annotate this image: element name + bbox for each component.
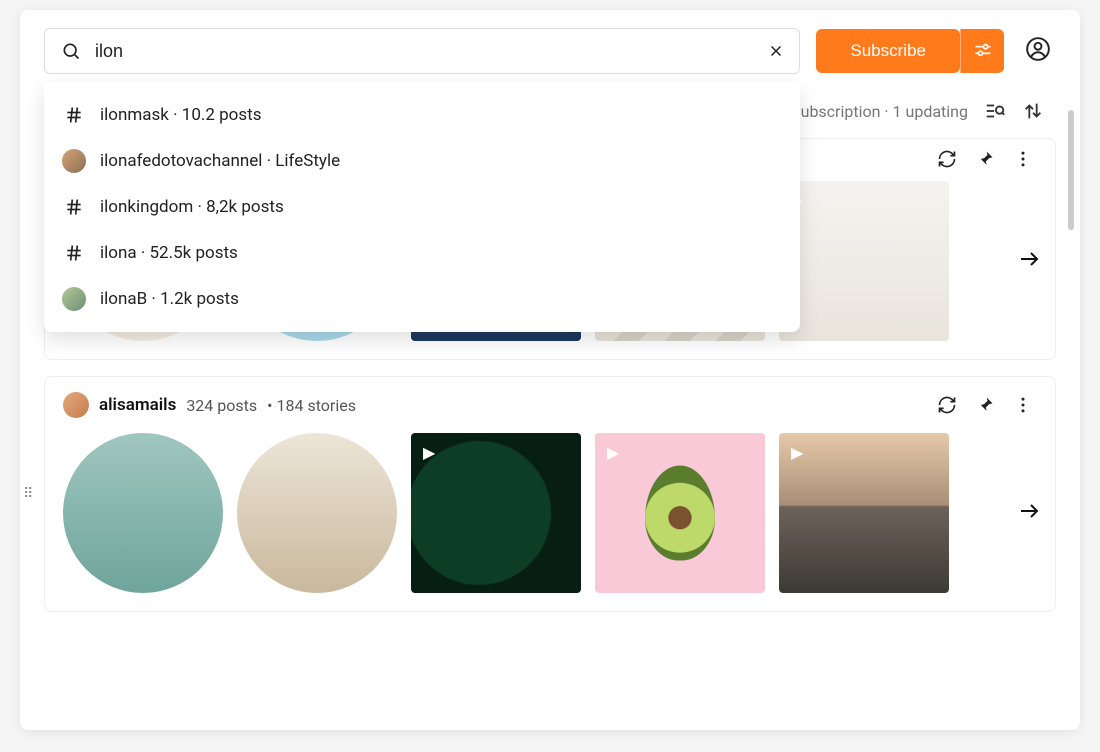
- post-thumbnail[interactable]: ▶: [411, 433, 581, 593]
- hashtag-icon: [62, 241, 86, 265]
- suggestion-text: ilona · 52.5k posts: [100, 243, 238, 263]
- suggestion-text: ilonmask · 10.2 posts: [100, 105, 261, 125]
- user-avatar-icon: [62, 287, 86, 311]
- clear-search-button[interactable]: [767, 42, 785, 60]
- story-thumbnail[interactable]: [237, 433, 397, 593]
- search-suggestions-dropdown: ilonmask · 10.2 posts ilonafedotovachann…: [44, 82, 800, 332]
- filter-button[interactable]: [960, 29, 1004, 73]
- profile-button[interactable]: [1020, 33, 1056, 69]
- pin-button[interactable]: [971, 145, 999, 173]
- stories-count: • 184 stories: [267, 396, 356, 415]
- play-icon: ▶: [791, 443, 803, 462]
- suggestion-text: ilonkingdom · 8,2k posts: [100, 197, 284, 217]
- scrollbar[interactable]: [1068, 110, 1074, 690]
- suggestion-text: ilonafedotovachannel · LifeStyle: [100, 151, 340, 171]
- story-thumbnail[interactable]: [63, 433, 223, 593]
- pin-button[interactable]: [971, 391, 999, 419]
- username[interactable]: alisamails: [99, 395, 176, 415]
- hashtag-icon: [62, 103, 86, 127]
- search-box[interactable]: [44, 28, 800, 74]
- refresh-button[interactable]: [933, 145, 961, 173]
- search-input[interactable]: [95, 41, 755, 62]
- more-button[interactable]: [1009, 391, 1037, 419]
- suggestion-text: ilonaB · 1.2k posts: [100, 289, 239, 309]
- user-avatar[interactable]: [63, 392, 89, 418]
- hashtag-icon: [62, 195, 86, 219]
- post-thumbnail[interactable]: ▶: [595, 433, 765, 593]
- drag-handle[interactable]: ⠿: [23, 486, 33, 502]
- suggestion-item[interactable]: ilonafedotovachannel · LifeStyle: [44, 138, 800, 184]
- sliders-icon: [973, 40, 993, 63]
- play-icon: ▶: [607, 443, 619, 462]
- suggestion-item[interactable]: ilonmask · 10.2 posts: [44, 92, 800, 138]
- feed-card: ⠿ alisamails 324 posts • 184 stories: [44, 376, 1056, 612]
- posts-count: 324 posts: [186, 396, 257, 415]
- post-thumbnail[interactable]: ▶: [779, 181, 949, 341]
- search-icon: [59, 39, 83, 63]
- user-avatar-icon: [62, 149, 86, 173]
- suggestion-item[interactable]: ilonkingdom · 8,2k posts: [44, 184, 800, 230]
- subscribe-button[interactable]: Subscribe: [816, 29, 960, 73]
- user-circle-icon: [1025, 36, 1051, 66]
- refresh-button[interactable]: [933, 391, 961, 419]
- sort-button[interactable]: [1022, 100, 1044, 122]
- suggestion-item[interactable]: ilonaB · 1.2k posts: [44, 276, 800, 322]
- post-thumbnail[interactable]: ▶: [779, 433, 949, 593]
- next-button[interactable]: [1017, 247, 1041, 275]
- feed-status: subscription · 1 updating: [792, 102, 968, 121]
- play-icon: ▶: [423, 443, 435, 462]
- more-button[interactable]: [1009, 145, 1037, 173]
- next-button[interactable]: [1017, 499, 1041, 527]
- subscribe-label: Subscribe: [850, 41, 926, 61]
- suggestion-item[interactable]: ilona · 52.5k posts: [44, 230, 800, 276]
- scrollbar-thumb[interactable]: [1068, 110, 1074, 230]
- list-search-button[interactable]: [984, 100, 1006, 122]
